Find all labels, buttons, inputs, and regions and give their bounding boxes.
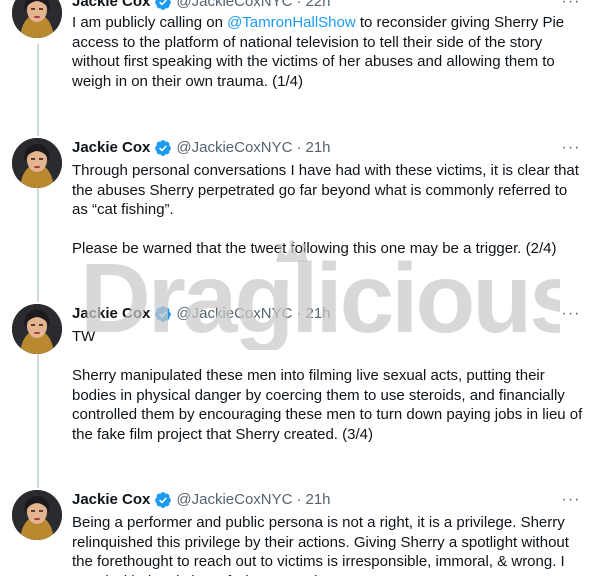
- display-name[interactable]: Jackie Cox: [72, 304, 150, 324]
- avatar-image: [12, 490, 62, 540]
- more-options-icon[interactable]: ···: [558, 138, 584, 158]
- separator-dot: ·: [296, 0, 302, 10]
- display-name[interactable]: Jackie Cox: [72, 138, 150, 158]
- tweet-header: Jackie Cox @JackieCoxNYC · 21h: [72, 138, 331, 158]
- timestamp[interactable]: 21h: [305, 490, 330, 510]
- more-options-icon[interactable]: ···: [558, 304, 584, 324]
- avatar[interactable]: [12, 138, 62, 188]
- verified-badge-icon: [154, 305, 172, 323]
- tweet-text-part: I am publicly calling on: [72, 14, 228, 31]
- verified-badge-icon: [154, 0, 172, 11]
- tweet-header: Jackie Cox @JackieCoxNYC · 21h: [72, 304, 331, 324]
- handle[interactable]: @JackieCoxNYC: [176, 138, 292, 158]
- avatar[interactable]: [12, 490, 62, 540]
- tweet-2[interactable]: Jackie Cox @JackieCoxNYC · 21h ··· Throu…: [0, 130, 592, 298]
- tweet-text: Through personal conversations I have ha…: [72, 162, 579, 257]
- avatar[interactable]: [12, 0, 62, 38]
- tweet-text: I am publicly calling on @TamronHallShow…: [72, 13, 584, 91]
- handle[interactable]: @JackieCoxNYC: [176, 304, 292, 324]
- tweet-header: Jackie Cox @JackieCoxNYC · 21h: [72, 490, 331, 510]
- verified-badge-icon: [154, 491, 172, 509]
- avatar-image: [12, 304, 62, 354]
- separator-dot: ·: [296, 305, 302, 322]
- tweet-1[interactable]: Jackie Cox @JackieCoxNYC · 22h ··· I am …: [0, 0, 592, 130]
- mention-link[interactable]: @TamronHallShow: [227, 14, 356, 31]
- tweet-4[interactable]: Jackie Cox @JackieCoxNYC · 21h ··· Being…: [0, 482, 592, 576]
- avatar-image: [12, 138, 62, 188]
- more-options-icon[interactable]: ···: [558, 0, 584, 12]
- timestamp[interactable]: 22h: [305, 0, 330, 12]
- timestamp[interactable]: 21h: [305, 304, 330, 324]
- verified-badge-icon: [154, 139, 172, 157]
- tweet-header: Jackie Cox @JackieCoxNYC · 22h: [72, 0, 331, 12]
- tweet-3[interactable]: Jackie Cox @JackieCoxNYC · 21h ··· TW Sh…: [0, 296, 592, 482]
- separator-dot: ·: [296, 139, 302, 156]
- avatar[interactable]: [12, 304, 62, 354]
- separator-dot: ·: [296, 491, 302, 508]
- tweet-thread: Jackie Cox @JackieCoxNYC · 22h ··· I am …: [0, 0, 592, 576]
- handle[interactable]: @JackieCoxNYC: [176, 0, 292, 12]
- display-name[interactable]: Jackie Cox: [72, 0, 150, 12]
- avatar-image: [12, 0, 62, 38]
- tweet-text: TW Sherry manipulated these men into fil…: [72, 328, 583, 443]
- tweet-text: Being a performer and public persona is …: [72, 514, 569, 576]
- more-options-icon[interactable]: ···: [558, 490, 584, 510]
- handle[interactable]: @JackieCoxNYC: [176, 490, 292, 510]
- display-name[interactable]: Jackie Cox: [72, 490, 150, 510]
- timestamp[interactable]: 21h: [305, 138, 330, 158]
